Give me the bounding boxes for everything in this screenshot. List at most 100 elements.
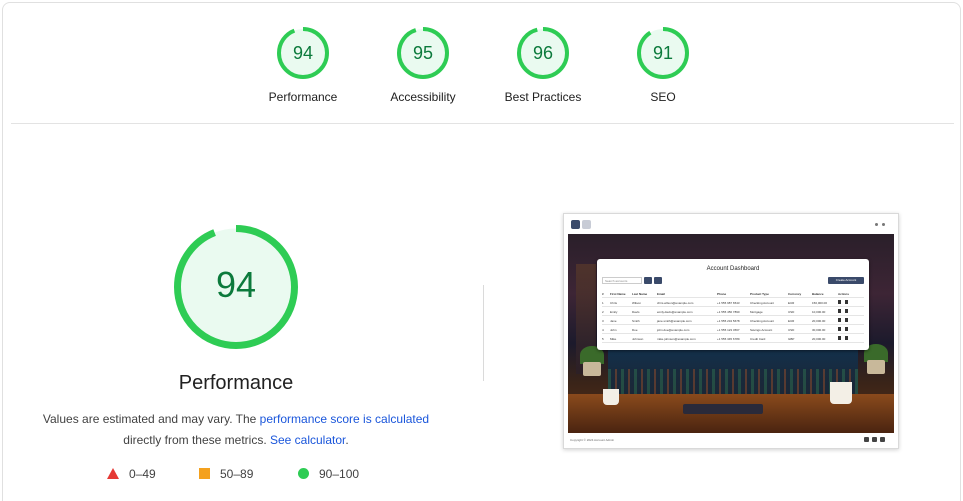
performance-score-link[interactable]: performance score is calculated (260, 412, 429, 426)
legend-range: 50–89 (220, 466, 254, 481)
search-icon (644, 277, 652, 284)
see-calculator-link[interactable]: See calculator (270, 433, 345, 447)
footer-icon (872, 437, 877, 442)
table-row: 2 Emily Davis emily.davis@example.com +1 555… (602, 307, 864, 316)
edit-icon (838, 327, 841, 331)
gauge-best-practices[interactable]: 96 Best Practices (483, 27, 603, 104)
table-cell: Wilson (632, 301, 642, 305)
table-cell: # (602, 292, 604, 296)
edit-icon (838, 336, 841, 340)
section-divider (11, 123, 954, 124)
create-account-button: Create Account (828, 277, 864, 284)
table-cell: +1 555 234 5678 (717, 319, 740, 323)
score-legend: 0–49 50–89 90–100 (3, 466, 960, 486)
table-cell: Chris (610, 301, 618, 305)
gauge-label: Best Practices (504, 90, 582, 104)
table-cell: 4 (602, 328, 604, 332)
table-cell: 10,000.00 (812, 310, 826, 314)
table-cell: 20,000.00 (812, 337, 826, 341)
keyboard-shape (683, 404, 763, 414)
table-cell: Mortgage (750, 310, 763, 314)
legend-fail: 0–49 (107, 466, 156, 481)
table-cell: Checking Account (750, 319, 775, 323)
vertical-separator (483, 285, 484, 381)
table-cell: USD (788, 328, 795, 332)
performance-main-gauge: 94 (174, 225, 298, 349)
desc-text: . (345, 433, 349, 447)
screenshot-footer: Copyright © 2024 Account Admin (570, 438, 615, 442)
footer-icon (864, 437, 869, 442)
edit-icon (838, 300, 841, 304)
table-cell: Credit Card (750, 337, 766, 341)
mug-shape (830, 382, 852, 404)
settings-icon (875, 223, 878, 226)
table-header-row: # First Name Last Name Email Phone Product Ty… (602, 289, 864, 298)
delete-icon (845, 300, 848, 304)
table-cell: 5 (602, 337, 604, 341)
user-icon (882, 223, 885, 226)
pot-shape (867, 360, 885, 374)
final-screenshot[interactable]: Account Dashboard Search accounts Create… (563, 213, 899, 449)
table-cell: +1 555 987 6543 (717, 301, 740, 305)
accounts-table: # First Name Last Name Email Phone Product Ty… (602, 289, 864, 343)
table-row: 1 Chris Wilson chris.wilson@example.com +1 5… (602, 298, 864, 307)
table-cell: John (610, 328, 617, 332)
screenshot-topbar (564, 214, 898, 234)
pass-circle-icon (298, 468, 309, 480)
main-gauge-title: Performance (178, 372, 294, 394)
legend-range: 90–100 (319, 466, 360, 481)
desc-text: directly from these metrics. (123, 433, 270, 447)
delete-icon (845, 336, 848, 340)
legend-average: 50–89 (199, 466, 253, 481)
table-cell: 20,000.00 (812, 319, 826, 323)
gauge-ring: 95 (397, 27, 449, 79)
average-square-icon (199, 468, 210, 480)
table-cell: Mike (610, 337, 617, 341)
legend-range: 0–49 (129, 466, 156, 481)
fail-triangle-icon (107, 468, 119, 480)
gauge-label: SEO (650, 90, 676, 104)
gauge-ring: 96 (517, 27, 569, 79)
table-cell: 1 (602, 301, 604, 305)
desc-text: Values are estimated and may vary. The (42, 412, 260, 426)
table-cell: Currency (788, 292, 802, 296)
table-row: 3 Jane Smith jane.smith@example.com +1 555 2… (602, 316, 864, 325)
table-cell: Product Type (750, 292, 769, 296)
gauge-ring: 94 (277, 27, 329, 79)
dashboard-search-input: Search accounts (602, 277, 642, 284)
table-cell: 3 (602, 319, 604, 323)
table-cell: 150,000.00 (812, 301, 828, 305)
table-cell: Last Name (632, 292, 648, 296)
table-cell: Jane (610, 319, 617, 323)
footer-icon (880, 437, 885, 442)
lighthouse-report-card: 94 Performance 95 Accessibility 96 Best … (2, 2, 961, 501)
table-cell: Smith (632, 319, 640, 323)
table-cell: Emily (610, 310, 618, 314)
gauge-accessibility[interactable]: 95 Accessibility (363, 27, 483, 104)
delete-icon (845, 318, 848, 322)
table-cell: USD (788, 310, 795, 314)
table-cell: Actions (838, 292, 850, 296)
table-cell: 2 (602, 310, 604, 314)
table-cell: Davis (632, 310, 640, 314)
delete-icon (845, 309, 848, 313)
table-cell: EUR (788, 319, 795, 323)
table-cell: mike.johnson@example.com (657, 337, 696, 341)
table-cell: +1 555 345 6789 (717, 337, 740, 341)
gauge-ring: 91 (637, 27, 689, 79)
table-cell: First Name (610, 292, 626, 296)
main-gauge-score: 94 (215, 264, 257, 305)
gauge-seo[interactable]: 91 SEO (603, 27, 723, 104)
gauge-label: Performance (268, 90, 338, 104)
table-cell: Johnson (632, 337, 644, 341)
delete-icon (845, 327, 848, 331)
table-cell: Checking Account (750, 301, 775, 305)
gauge-score: 95 (412, 43, 434, 63)
dashboard-panel: Account Dashboard Search accounts Create… (597, 259, 869, 350)
table-row: 5 Mike Johnson mike.johnson@example.com +1 5… (602, 334, 864, 343)
table-cell: Email (657, 292, 666, 296)
gauge-performance[interactable]: 94 Performance (243, 27, 363, 104)
category-gauges: 94 Performance 95 Accessibility 96 Best … (3, 3, 960, 121)
table-cell: chris.wilson@example.com (657, 301, 694, 305)
edit-icon (838, 309, 841, 313)
